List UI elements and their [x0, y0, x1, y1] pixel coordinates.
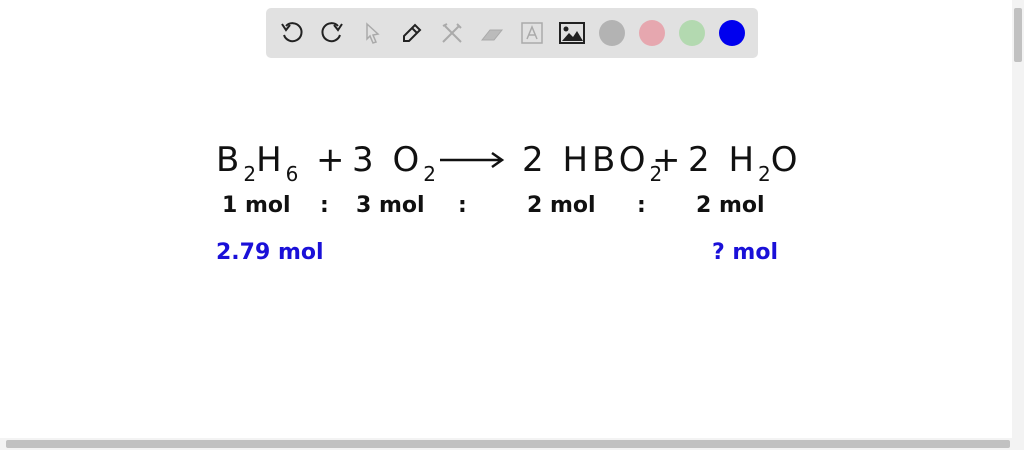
- horizontal-scrollbar[interactable]: [0, 438, 1024, 450]
- given-moles: 2.79 mol: [216, 240, 324, 265]
- vertical-scroll-thumb[interactable]: [1014, 8, 1022, 62]
- select-icon[interactable]: [358, 19, 386, 47]
- reactant-b2h6: B2H6: [216, 140, 299, 186]
- product-h2o: 2 H2O: [688, 140, 802, 186]
- text-icon[interactable]: [518, 19, 546, 47]
- ratio-colon: :: [458, 193, 467, 218]
- ratio-hbo2: 2 mol: [527, 193, 596, 218]
- color-gray[interactable]: [599, 20, 625, 46]
- color-pink[interactable]: [639, 20, 665, 46]
- tools-icon[interactable]: [438, 19, 466, 47]
- image-icon[interactable]: [558, 19, 586, 47]
- eraser-icon[interactable]: [478, 19, 506, 47]
- pen-icon[interactable]: [398, 19, 426, 47]
- product-hbo2: 2 HBO2: [522, 140, 663, 186]
- ratio-colon: :: [320, 193, 329, 218]
- undo-icon[interactable]: [278, 19, 306, 47]
- color-blue[interactable]: [719, 20, 745, 46]
- vertical-scrollbar[interactable]: [1012, 0, 1024, 438]
- color-green[interactable]: [679, 20, 705, 46]
- plus-sign: +: [316, 140, 349, 180]
- ratio-colon: :: [637, 193, 646, 218]
- ratio-o2: 3 mol: [356, 193, 425, 218]
- ratio-b2h6: 1 mol: [222, 193, 291, 218]
- drawing-toolbar: [266, 8, 758, 58]
- redo-icon[interactable]: [318, 19, 346, 47]
- horizontal-scroll-thumb[interactable]: [6, 440, 1010, 448]
- plus-sign: +: [652, 140, 685, 180]
- ratio-h2o: 2 mol: [696, 193, 765, 218]
- reaction-arrow: [440, 151, 505, 169]
- reactant-o2: 3 O2: [352, 140, 436, 186]
- unknown-moles: ? mol: [712, 240, 778, 265]
